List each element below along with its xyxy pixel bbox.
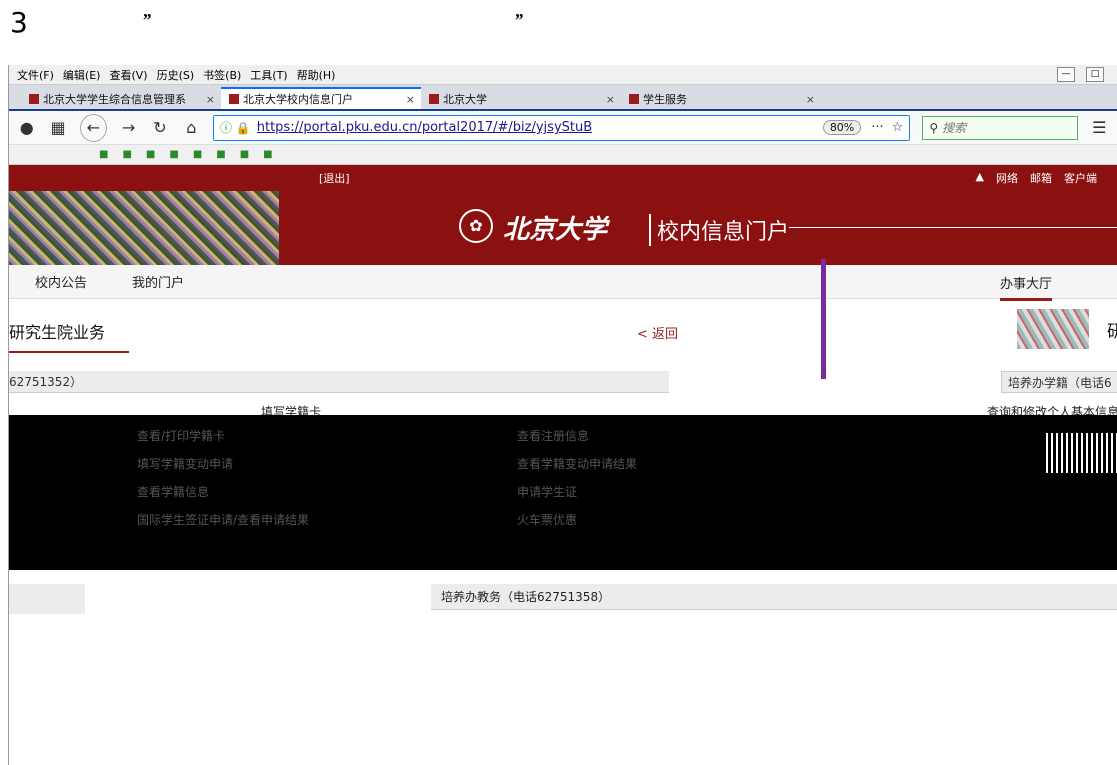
top-link-client[interactable]: 客户端	[1064, 170, 1097, 186]
home-icon[interactable]: ⌂	[182, 118, 201, 137]
banner-divider	[789, 227, 1117, 228]
bookmark-item[interactable]	[216, 149, 225, 160]
search-icon: ⚲	[929, 120, 939, 135]
nav-bar: ● ▦ ← → ↻ ⌂ ⓘ 🔒 https://portal.pku.edu.c…	[9, 111, 1117, 145]
group-header-left: 62751352）	[9, 371, 669, 393]
link-status-change-apply[interactable]: 填写学籍变动申请	[137, 455, 233, 472]
url-text[interactable]: https://portal.pku.edu.cn/portal2017/#/b…	[257, 120, 817, 135]
divider	[821, 259, 826, 379]
bookmark-item[interactable]	[146, 149, 155, 160]
artifact-bars	[1046, 433, 1117, 473]
menu-edit[interactable]: 编辑(E)	[63, 67, 101, 83]
link-train-discount[interactable]: 火车票优惠	[517, 511, 577, 528]
link-visa-apply[interactable]: 国际学生签证申请/查看申请结果	[137, 511, 309, 528]
step-number: 3	[10, 6, 28, 39]
bookmark-item[interactable]	[169, 149, 178, 160]
close-icon[interactable]: ×	[406, 89, 415, 109]
restore-icon[interactable]: □	[1086, 67, 1104, 82]
group-header-teaching: 培养办教务（电话62751358）	[431, 584, 1117, 610]
browser-tab[interactable]: 学生服务 ×	[621, 87, 821, 109]
library-icon[interactable]: ☰	[1090, 118, 1109, 137]
tab-favicon-icon	[29, 94, 39, 104]
portal-nav: 校内公告 我的门户 办事大厅	[9, 265, 1117, 301]
top-link-mail[interactable]: 邮箱	[1030, 170, 1052, 186]
tab-my-portal[interactable]: 我的门户	[132, 272, 184, 291]
browser-tab[interactable]: 北京大学 ×	[421, 87, 621, 109]
tab-bar: 北京大学学生综合信息管理系 × 北京大学校内信息门户 × 北京大学 × 学生服务 ×	[9, 85, 1117, 111]
more-icon[interactable]: ···	[871, 120, 883, 135]
close-icon[interactable]: ×	[606, 89, 615, 109]
bookmark-star-icon[interactable]: ☆	[892, 120, 904, 135]
portal-name: 校内信息门户	[649, 214, 789, 246]
extension-icon[interactable]: ●	[17, 118, 36, 137]
bookmark-item[interactable]	[263, 149, 272, 160]
bookmark-item[interactable]	[193, 149, 202, 160]
portal-top-strip: [退出] ▲ 网络 邮箱 客户端	[9, 165, 1117, 191]
tab-favicon-icon	[629, 94, 639, 104]
tab-favicon-icon	[229, 94, 239, 104]
close-icon[interactable]: ×	[806, 89, 815, 109]
pku-logo-icon: ✿	[459, 209, 493, 243]
signal-icon: ▲	[975, 170, 984, 183]
minimize-icon[interactable]: —	[1057, 67, 1075, 82]
menu-history[interactable]: 历史(S)	[157, 67, 195, 83]
link-apply-student-id[interactable]: 申请学生证	[517, 483, 577, 500]
portal-banner: ✿ 北京大学 校内信息门户	[9, 191, 1117, 265]
section-title: 研究生院业务	[9, 319, 129, 353]
link-view-registration[interactable]: 查看注册信息	[517, 427, 589, 444]
card-title: 研	[1107, 317, 1117, 342]
quote-open: ”	[142, 10, 151, 30]
brand-name: 北京大学	[503, 215, 608, 245]
card-image	[1017, 309, 1089, 349]
bookmarks-bar	[9, 145, 1117, 165]
forward-icon[interactable]: →	[119, 118, 138, 137]
tab-announcements[interactable]: 校内公告	[35, 272, 87, 291]
url-bar[interactable]: ⓘ 🔒 https://portal.pku.edu.cn/portal2017…	[212, 114, 911, 141]
menu-bookmarks[interactable]: 书签(B)	[203, 67, 241, 83]
reload-icon[interactable]: ↻	[150, 118, 169, 137]
menu-help[interactable]: 帮助(H)	[297, 67, 336, 83]
link-view-student-card[interactable]: 查看/打印学籍卡	[137, 427, 225, 444]
link-status-change-result[interactable]: 查看学籍变动申请结果	[517, 455, 637, 472]
top-link-network[interactable]: 网络	[996, 170, 1018, 186]
browser-tab-active[interactable]: 北京大学校内信息门户 ×	[221, 87, 421, 109]
group-header-right: 培养办学籍（电话6	[1001, 371, 1117, 393]
back-button[interactable]: ←	[79, 113, 107, 142]
menu-tools[interactable]: 工具(T)	[250, 67, 287, 83]
main-content: 研究生院业务 < 返回 研 62751352） 培养办学籍（电话6 填写学籍卡 …	[9, 259, 1117, 679]
bookmark-item[interactable]	[240, 149, 249, 160]
left-panel-block	[9, 584, 85, 614]
close-icon[interactable]: ×	[206, 89, 215, 109]
search-input[interactable]: ⚲ 搜索	[922, 115, 1078, 140]
tab-favicon-icon	[429, 94, 439, 104]
back-link[interactable]: < 返回	[637, 323, 678, 342]
menu-bar: 文件(F) 编辑(E) 查看(V) 历史(S) 书签(B) 工具(T) 帮助(H…	[9, 65, 1117, 85]
lock-icon: ⓘ 🔒	[219, 121, 251, 135]
redacted-region: 查看/打印学籍卡 查看注册信息 填写学籍变动申请 查看学籍变动申请结果 查看学籍…	[9, 415, 1117, 570]
tab-service-hall[interactable]: 办事大厅	[999, 273, 1052, 301]
menu-view[interactable]: 查看(V)	[109, 67, 147, 83]
window-controls: — □	[1057, 67, 1113, 82]
bookmark-item[interactable]	[122, 149, 131, 160]
logout-link[interactable]: [退出]	[319, 170, 350, 186]
tutorial-stage: 3 ” ” 文件(F) 编辑(E) 查看(V) 历史(S) 书签(B) 工具(T…	[0, 0, 1117, 765]
link-view-status[interactable]: 查看学籍信息	[137, 483, 209, 500]
bookmark-item[interactable]	[99, 149, 108, 160]
menu-file[interactable]: 文件(F)	[17, 67, 54, 83]
browser-screenshot: 文件(F) 编辑(E) 查看(V) 历史(S) 书签(B) 工具(T) 帮助(H…	[8, 65, 1117, 765]
quote-close: ”	[514, 10, 523, 30]
banner-image	[9, 191, 279, 265]
browser-tab[interactable]: 北京大学学生综合信息管理系 ×	[21, 87, 221, 109]
zoom-badge[interactable]: 80%	[822, 120, 862, 135]
puzzle-icon[interactable]: ▦	[48, 118, 67, 137]
